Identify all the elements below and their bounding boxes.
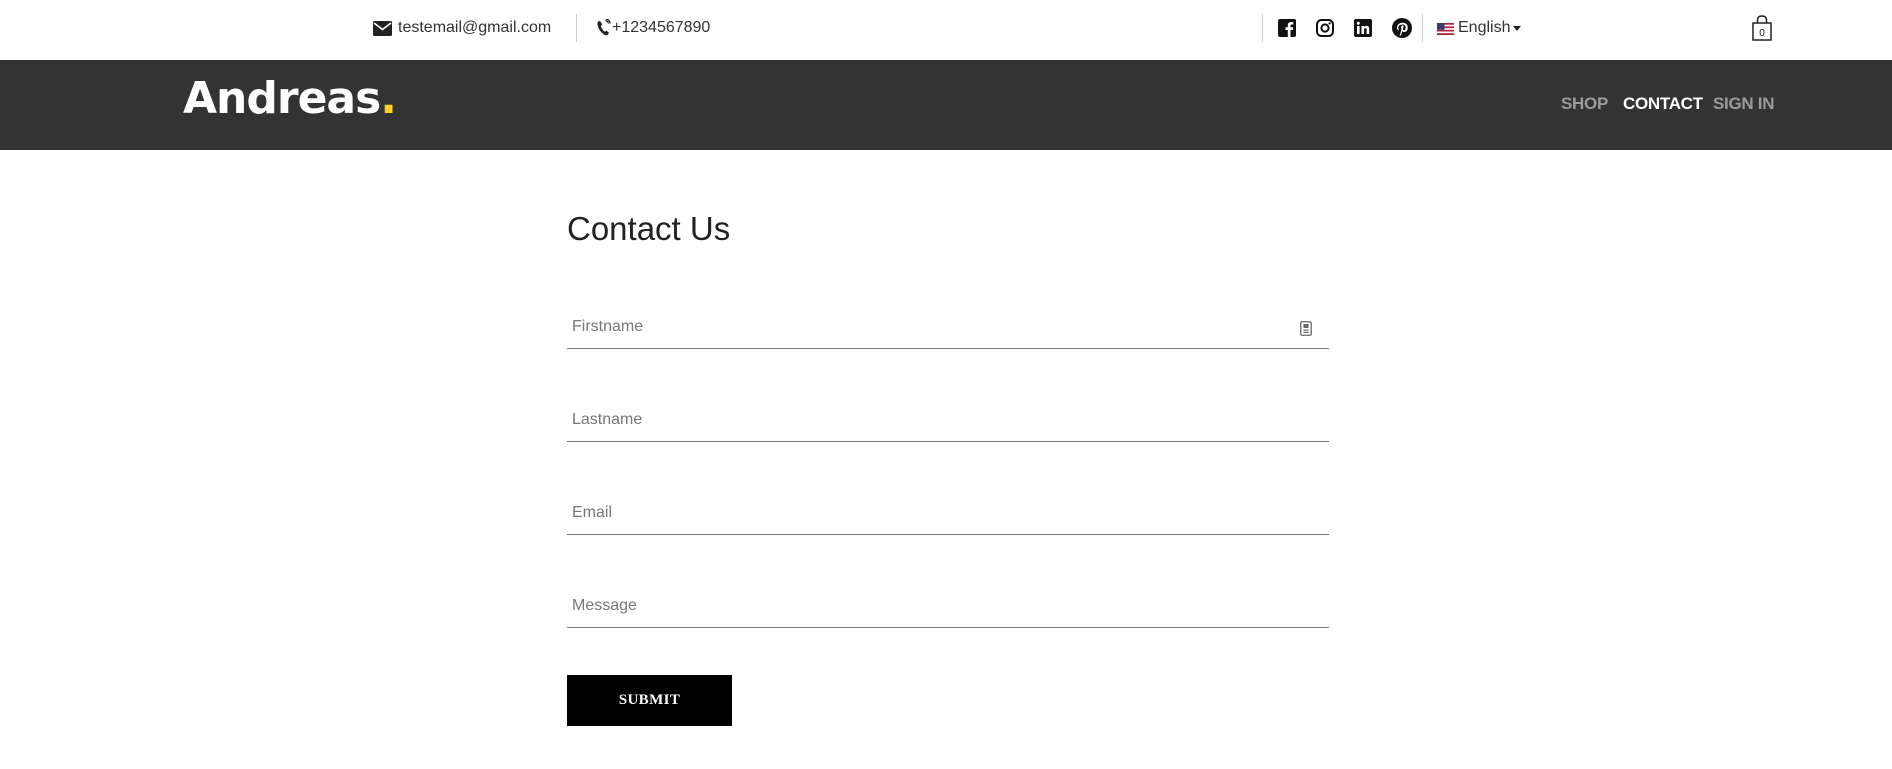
logo-text: Andreas — [183, 73, 381, 124]
firstname-input[interactable] — [567, 305, 1329, 348]
lastname-input[interactable] — [567, 398, 1329, 441]
lastname-field — [567, 398, 1329, 442]
divider — [576, 14, 577, 42]
linkedin-icon[interactable] — [1352, 16, 1374, 40]
cart-count: 0 — [1759, 28, 1765, 39]
divider — [1262, 14, 1263, 42]
divider — [1422, 14, 1423, 42]
top-bar: testemail@gmail.com +1234567890 English … — [0, 0, 1892, 60]
message-field — [567, 584, 1329, 628]
caret-down-icon — [1513, 25, 1522, 31]
envelope-icon — [373, 20, 392, 36]
facebook-icon[interactable] — [1276, 16, 1298, 40]
language-selector[interactable]: English — [1437, 0, 1522, 56]
contact-phone[interactable]: +1234567890 — [596, 0, 710, 56]
phone-icon — [596, 19, 612, 37]
instagram-icon[interactable] — [1314, 16, 1336, 40]
autofill-contact-icon[interactable] — [1300, 321, 1312, 336]
nav-contact[interactable]: CONTACT — [1623, 94, 1703, 114]
email-field — [567, 491, 1329, 535]
firstname-field — [567, 305, 1329, 349]
us-flag-icon — [1437, 22, 1454, 35]
message-input[interactable] — [567, 584, 1329, 627]
contact-email[interactable]: testemail@gmail.com — [373, 0, 551, 56]
page-title: Contact Us — [567, 210, 731, 247]
pinterest-icon[interactable] — [1391, 16, 1413, 40]
nav-sign-in[interactable]: SIGN IN — [1713, 94, 1774, 114]
submit-button[interactable]: SUBMIT — [567, 675, 732, 726]
email-text: testemail@gmail.com — [398, 19, 552, 36]
logo-dot: . — [380, 73, 397, 124]
email-input[interactable] — [567, 491, 1329, 534]
main-header: Andreas. SHOP CONTACT SIGN IN — [0, 60, 1892, 150]
nav-shop[interactable]: SHOP — [1561, 94, 1608, 114]
phone-text: +1234567890 — [612, 19, 711, 36]
cart-icon[interactable]: 0 — [1751, 14, 1773, 42]
language-label: English — [1458, 19, 1511, 36]
logo[interactable]: Andreas. — [183, 77, 397, 121]
